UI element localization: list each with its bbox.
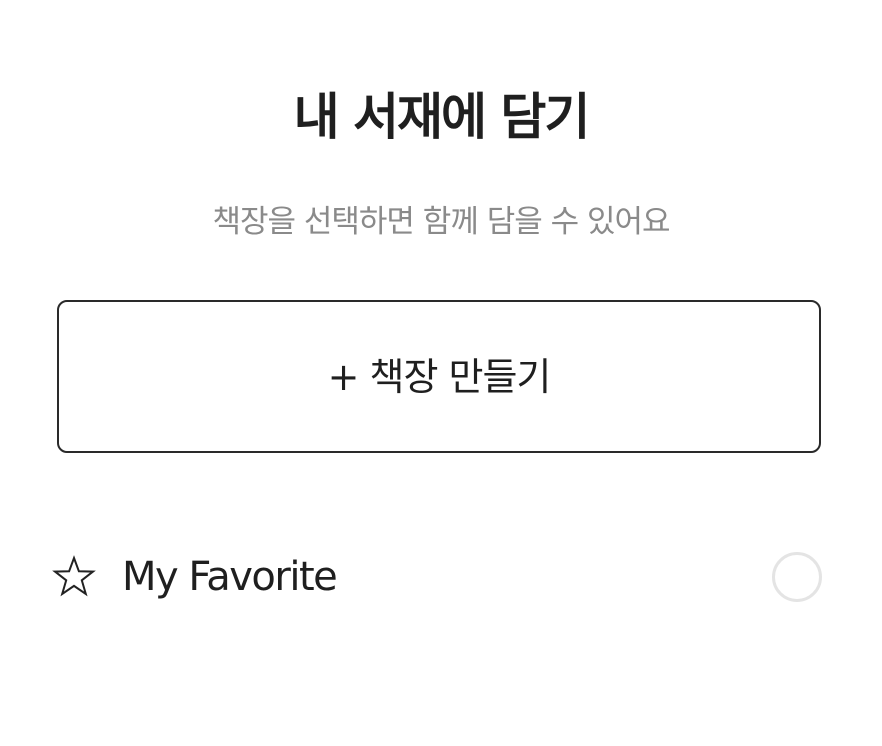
dialog-subtitle: 책장을 선택하면 함께 담을 수 있어요 <box>212 204 670 240</box>
create-shelf-button[interactable]: + 책장 만들기 <box>57 300 821 453</box>
shelf-select-radio[interactable] <box>772 552 822 602</box>
shelf-item-label: My Favorite <box>122 554 338 600</box>
create-shelf-label: + 책장 만들기 <box>327 354 552 399</box>
shelf-item-my-favorite[interactable]: My Favorite <box>52 540 824 614</box>
star-outline-icon <box>52 555 96 599</box>
dialog-title: 내 서재에 담기 <box>293 88 591 146</box>
